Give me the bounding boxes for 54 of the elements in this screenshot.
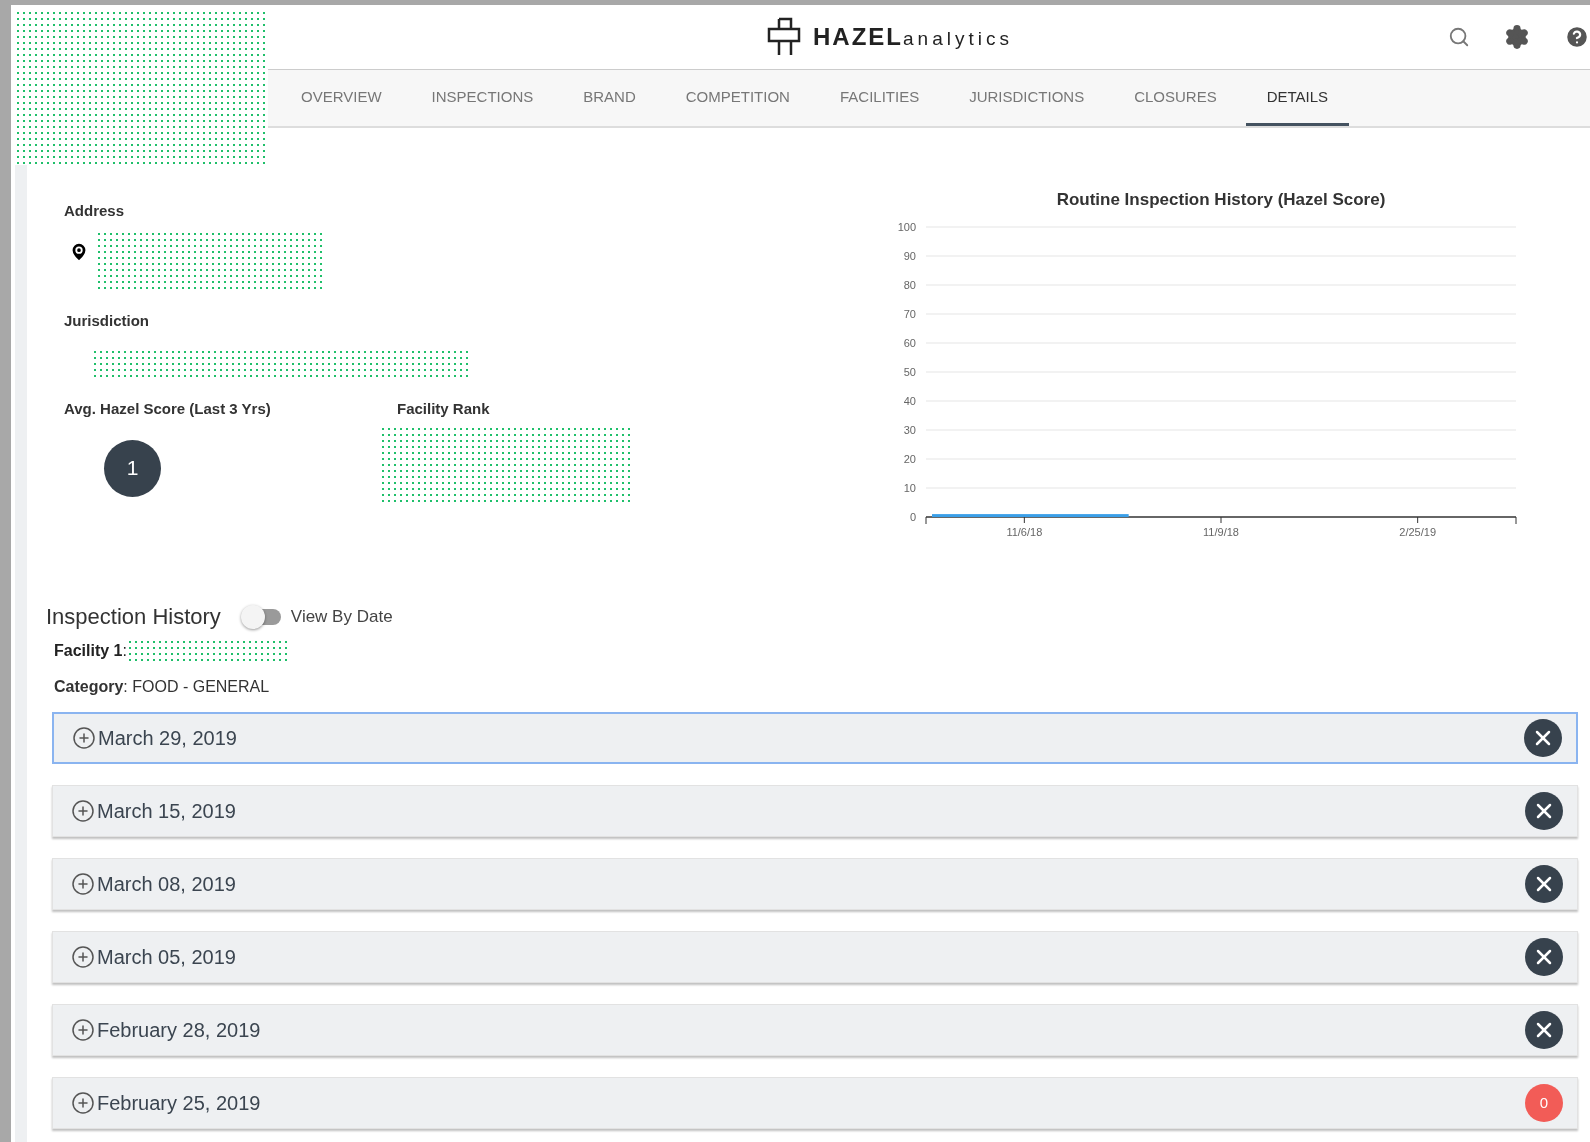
- axis-tick-label: 50: [903, 366, 916, 378]
- field-label: Address: [64, 201, 126, 221]
- expand-icon[interactable]: [71, 1018, 95, 1042]
- axis-tick-label: 90: [903, 250, 916, 262]
- axis-tick-label: 11/9/18: [1203, 526, 1239, 538]
- inspection-date: February 25, 2019: [97, 1091, 261, 1116]
- axis-tick-label: 11/6/18: [1006, 526, 1043, 538]
- field-label: Avg. Hazel Score (Last 3 Yrs): [64, 399, 272, 419]
- axis-tick-label: 70: [903, 308, 916, 320]
- nav-tab[interactable]: DETAILS: [1245, 70, 1350, 126]
- category-text: Category: FOOD - GENERAL: [53, 677, 271, 697]
- settings-icon[interactable]: [1504, 24, 1530, 50]
- axis-tick-label: 10: [903, 482, 916, 494]
- nav-tab[interactable]: JURISDICTIONS: [948, 70, 1106, 126]
- field-label: Facility Rank: [397, 399, 491, 419]
- nav-tab[interactable]: INSPECTIONS: [410, 70, 555, 126]
- inspection-row[interactable]: February 25, 2019 0: [52, 1077, 1578, 1129]
- inspection-row[interactable]: March 05, 2019: [52, 931, 1578, 983]
- expand-icon[interactable]: [71, 945, 95, 969]
- expand-icon[interactable]: [71, 799, 95, 823]
- inspection-date: March 05, 2019: [97, 945, 236, 970]
- inspection-date: February 28, 2019: [97, 1018, 261, 1043]
- inspection-row[interactable]: March 08, 2019: [52, 858, 1578, 910]
- axis-tick-label: 40: [903, 395, 916, 407]
- field-label: Jurisdiction: [64, 310, 150, 331]
- axis-tick-label: 100: [897, 221, 916, 233]
- inspection-date: March 08, 2019: [97, 872, 236, 897]
- expand-icon[interactable]: [71, 1091, 95, 1115]
- score-badge: 0: [1525, 1084, 1563, 1122]
- expand-icon[interactable]: [71, 872, 95, 896]
- nav-tab[interactable]: OVERVIEW: [280, 70, 403, 126]
- inspection-date: March 15, 2019: [97, 799, 236, 824]
- axis-tick-label: 30: [903, 424, 916, 436]
- axis-tick-label: 60: [903, 337, 916, 349]
- axis-tick-label: 20: [903, 453, 916, 465]
- logo-text: HAZELanalytics: [813, 22, 1013, 52]
- axis-tick-label: 2/25/19: [1399, 526, 1436, 538]
- inspection-row[interactable]: February 28, 2019: [52, 1004, 1578, 1056]
- nav-tab[interactable]: COMPETITION: [664, 70, 811, 126]
- nav-tab[interactable]: BRAND: [562, 70, 657, 126]
- axis-tick-label: 0: [909, 511, 916, 523]
- inspection-row[interactable]: March 29, 2019: [52, 712, 1578, 764]
- search-icon[interactable]: [1448, 26, 1470, 48]
- section-title: Inspection History: [46, 603, 221, 631]
- nav-tab[interactable]: CLOSURES: [1113, 70, 1238, 126]
- toggle-label: View By Date: [290, 605, 393, 628]
- facility-label: Facility 1:: [54, 641, 127, 661]
- nav-tab[interactable]: FACILITIES: [818, 70, 941, 126]
- help-icon[interactable]: [1564, 24, 1590, 50]
- chart-title: Routine Inspection History (Hazel Score): [1056, 190, 1386, 209]
- expand-icon[interactable]: [72, 726, 96, 750]
- axis-tick-label: 80: [903, 279, 916, 291]
- inspection-date: March 29, 2019: [98, 726, 237, 751]
- inspection-row[interactable]: March 15, 2019: [52, 785, 1578, 837]
